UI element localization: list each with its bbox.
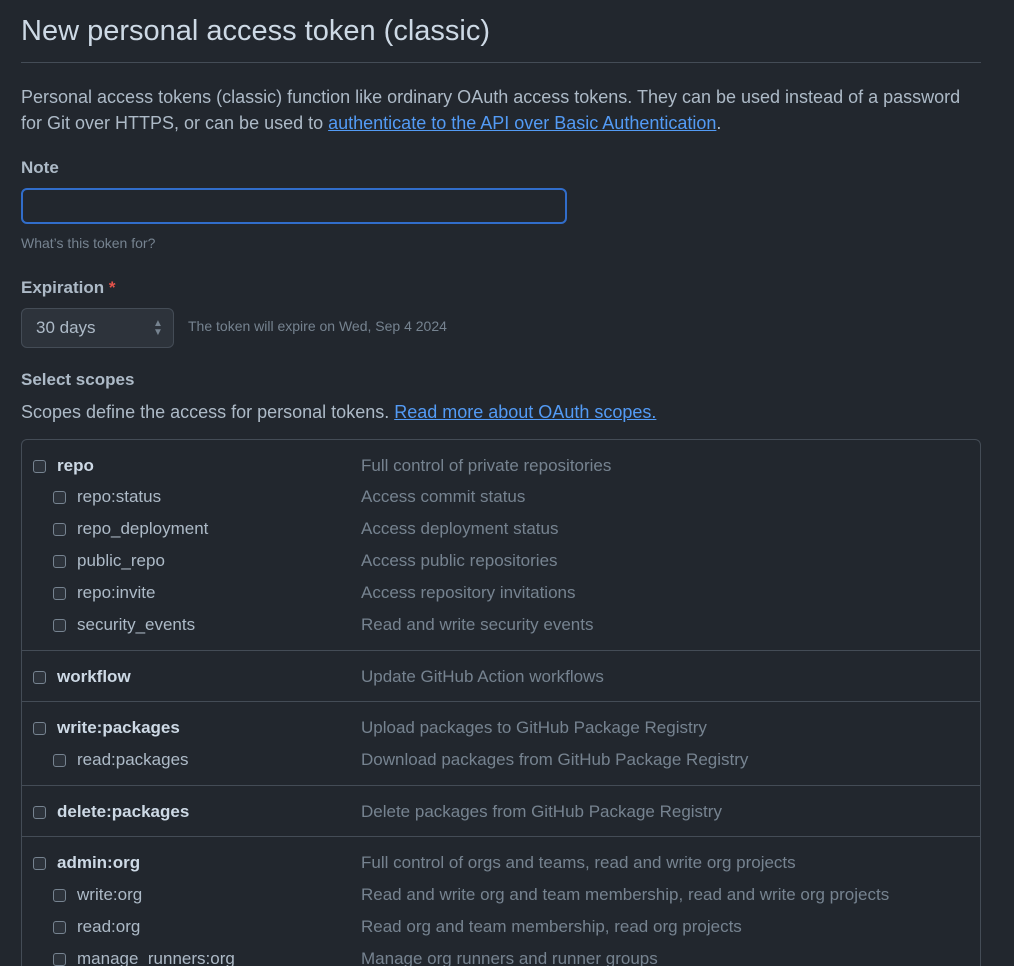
scope-name[interactable]: repo_deployment — [77, 519, 208, 539]
scope-row-repo-invite: repo:invite Access repository invitations — [0, 581, 1014, 609]
scope-checkbox[interactable] — [33, 460, 46, 473]
select-caret-icon: ▲ ▼ — [153, 318, 163, 338]
scope-checkbox[interactable] — [53, 953, 66, 966]
scope-row-repo: repo Full control of private repositories — [0, 454, 1014, 482]
scope-name[interactable]: repo:status — [77, 487, 161, 507]
scope-description: Access public repositories — [361, 551, 558, 570]
expiration-selected: 30 days — [36, 318, 96, 337]
scope-description: Read and write org and team membership, … — [361, 885, 890, 904]
title-divider — [21, 62, 981, 63]
expiration-label-text: Expiration — [21, 278, 105, 297]
scope-checkbox[interactable] — [53, 491, 66, 504]
scope-group-divider — [22, 650, 980, 651]
scope-name[interactable]: security_events — [77, 615, 195, 635]
scope-row-repo-status: repo:status Access commit status — [0, 485, 1014, 513]
note-label: Note — [21, 158, 59, 177]
token-form-page: New personal access token (classic) Pers… — [0, 0, 1014, 966]
scope-row-repo-deployment: repo_deployment Access deployment status — [0, 517, 1014, 545]
scope-description: Download packages from GitHub Package Re… — [361, 750, 749, 769]
scope-row-admin-org: admin:org Full control of orgs and teams,… — [0, 851, 1014, 879]
scope-checkbox[interactable] — [53, 555, 66, 568]
note-hint: What’s this token for? — [21, 235, 156, 251]
scope-name[interactable]: write:org — [77, 885, 142, 905]
scope-checkbox[interactable] — [33, 671, 46, 684]
scope-description: Access deployment status — [361, 519, 559, 538]
scope-group-divider — [22, 701, 980, 702]
scope-description: Delete packages from GitHub Package Regi… — [361, 802, 722, 821]
scope-checkbox[interactable] — [53, 619, 66, 632]
scope-checkbox[interactable] — [53, 921, 66, 934]
scope-checkbox[interactable] — [53, 587, 66, 600]
scope-checkbox[interactable] — [53, 889, 66, 902]
intro-end: . — [716, 113, 722, 133]
scope-description: Upload packages to GitHub Package Regist… — [361, 718, 707, 737]
scope-checkbox[interactable] — [53, 754, 66, 767]
scope-name[interactable]: public_repo — [77, 551, 165, 571]
scope-checkbox[interactable] — [33, 806, 46, 819]
scope-row-manage-runners-org: manage_runners:org Manage org runners and… — [0, 947, 1014, 966]
scope-row-workflow: workflow Update GitHub Action workflows — [0, 665, 1014, 693]
oauth-scopes-link[interactable]: Read more about OAuth scopes. — [394, 402, 656, 422]
scope-row-write-org: write:org Read and write org and team mem… — [0, 883, 1014, 911]
expiration-info: The token will expire on Wed, Sep 4 2024 — [188, 318, 447, 334]
scope-checkbox[interactable] — [33, 722, 46, 735]
scope-description: Access commit status — [361, 487, 526, 506]
intro-paragraph: Personal access tokens (classic) functio… — [21, 84, 981, 136]
scopes-label: Select scopes — [21, 370, 135, 389]
scope-group-divider — [22, 836, 980, 837]
scope-description: Manage org runners and runner groups — [361, 949, 658, 966]
scope-checkbox[interactable] — [53, 523, 66, 536]
scope-name[interactable]: read:packages — [77, 750, 189, 770]
scope-name[interactable]: manage_runners:org — [77, 949, 235, 966]
expiration-label: Expiration * — [21, 277, 115, 299]
scope-group-divider — [22, 785, 980, 786]
required-mark: * — [108, 278, 116, 297]
scope-description: Full control of orgs and teams, read and… — [361, 853, 796, 872]
scope-description: Access repository invitations — [361, 583, 576, 602]
scope-row-read-org: read:org Read org and team membership, re… — [0, 915, 1014, 943]
scope-name[interactable]: delete:packages — [57, 802, 189, 822]
scope-checkbox[interactable] — [33, 857, 46, 870]
scope-description: Update GitHub Action workflows — [361, 667, 604, 686]
scope-description: Read and write security events — [361, 615, 594, 634]
scope-description: Read org and team membership, read org p… — [361, 917, 742, 936]
scope-description: Full control of private repositories — [361, 456, 612, 475]
basic-auth-link[interactable]: authenticate to the API over Basic Authe… — [328, 113, 716, 133]
scope-name[interactable]: admin:org — [57, 853, 140, 873]
scope-row-write-packages: write:packages Upload packages to GitHub … — [0, 716, 1014, 744]
scope-name[interactable]: repo:invite — [77, 583, 155, 603]
scope-name[interactable]: write:packages — [57, 718, 180, 738]
scope-name[interactable]: workflow — [57, 667, 131, 687]
scope-row-public-repo: public_repo Access public repositories — [0, 549, 1014, 577]
scope-name[interactable]: repo — [57, 456, 94, 476]
scope-row-security-events: security_events Read and write security e… — [0, 613, 1014, 641]
scope-row-read-packages: read:packages Download packages from GitH… — [0, 748, 1014, 776]
scopes-description-text: Scopes define the access for personal to… — [21, 402, 395, 422]
expiration-select[interactable]: 30 days ▲ ▼ — [21, 308, 174, 348]
scope-name[interactable]: read:org — [77, 917, 140, 937]
scope-row-delete-packages: delete:packages Delete packages from GitH… — [0, 800, 1014, 828]
page-title: New personal access token (classic) — [21, 15, 491, 47]
scopes-description: Scopes define the access for personal to… — [21, 402, 656, 423]
note-input[interactable] — [21, 188, 567, 224]
